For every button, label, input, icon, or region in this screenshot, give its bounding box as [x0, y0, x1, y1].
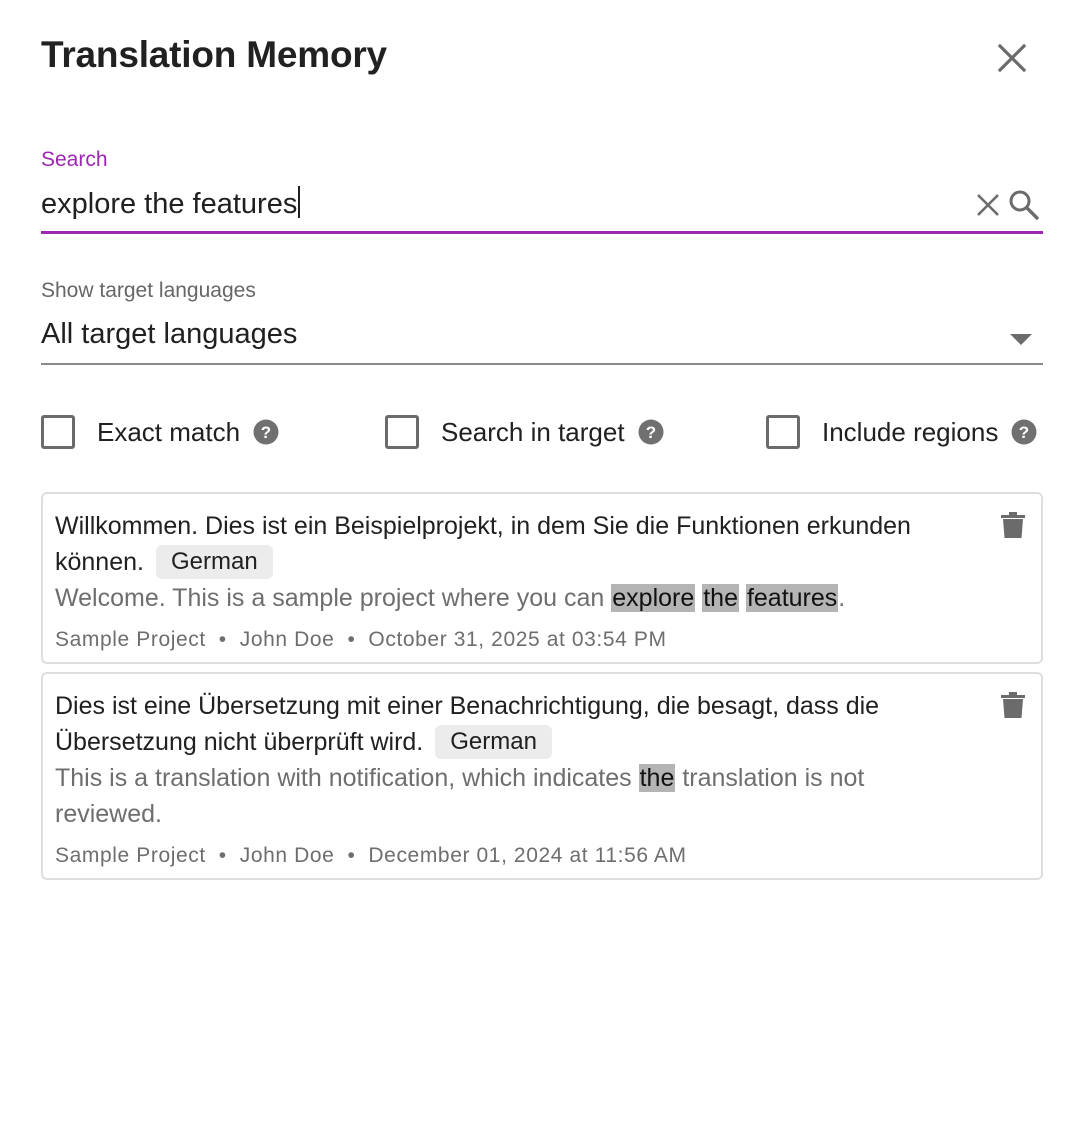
caret-down-icon: [1010, 334, 1032, 345]
exact-match-checkbox[interactable]: [41, 415, 75, 449]
meta-project: Sample Project: [55, 844, 206, 867]
result-meta: Sample Project • John Doe • October 31, 2025…: [55, 628, 667, 651]
result-meta: Sample Project • John Doe • December 01, 202…: [55, 844, 687, 867]
search-label: Search: [41, 148, 108, 171]
meta-project: Sample Project: [55, 628, 206, 651]
highlight-match: features: [745, 584, 839, 612]
source-text: Willkommen. Dies ist ein Beispielprojekt…: [55, 508, 955, 580]
option-search-in-target[interactable]: Search in target ?: [385, 412, 664, 452]
help-icon[interactable]: ?: [1011, 419, 1037, 445]
search-icon[interactable]: [1007, 188, 1041, 222]
dialog-title: Translation Memory: [41, 34, 387, 75]
meta-author: John Doe: [239, 844, 335, 867]
highlight-match: the: [638, 764, 676, 792]
svg-text:?: ?: [645, 423, 655, 442]
option-include-regions[interactable]: Include regions ?: [766, 412, 1037, 452]
search-field[interactable]: explore the features: [41, 180, 1043, 234]
include-regions-checkbox[interactable]: [766, 415, 800, 449]
result-card[interactable]: Dies ist eine Übersetzung mit einer Bena…: [41, 672, 1043, 880]
svg-text:?: ?: [261, 423, 271, 442]
search-in-target-label[interactable]: Search in target: [441, 417, 625, 448]
text-caret: [298, 186, 301, 218]
language-chip: German: [155, 545, 273, 579]
target-languages-label: Show target languages: [41, 279, 256, 302]
meta-date: October 31, 2025 at 03:54 PM: [368, 628, 667, 651]
target-languages-select[interactable]: All target languages: [41, 310, 1043, 365]
language-chip: German: [435, 725, 552, 759]
highlight-match: the: [702, 584, 739, 612]
delete-icon[interactable]: [999, 510, 1027, 540]
include-regions-label[interactable]: Include regions: [822, 417, 998, 448]
highlight-match: explore: [611, 584, 696, 612]
close-icon: [997, 43, 1027, 73]
close-button[interactable]: [992, 38, 1032, 78]
result-card[interactable]: Willkommen. Dies ist ein Beispielprojekt…: [41, 492, 1043, 664]
translation-memory-dialog: Translation Memory Search explore the fe…: [0, 0, 1080, 1145]
help-icon[interactable]: ?: [638, 419, 664, 445]
meta-author: John Doe: [239, 628, 335, 651]
option-exact-match[interactable]: Exact match ?: [41, 412, 279, 452]
help-icon[interactable]: ?: [253, 419, 279, 445]
svg-text:?: ?: [1019, 423, 1029, 442]
source-text: Dies ist eine Übersetzung mit einer Bena…: [55, 688, 955, 760]
search-in-target-checkbox[interactable]: [385, 415, 419, 449]
target-text: This is a translation with notification,…: [55, 764, 865, 828]
target-text: Welcome. This is a sample project where …: [55, 584, 846, 612]
search-input-value[interactable]: explore the features: [41, 186, 301, 221]
delete-icon[interactable]: [999, 690, 1027, 720]
target-languages-value: All target languages: [41, 318, 298, 350]
exact-match-label[interactable]: Exact match: [97, 417, 240, 448]
clear-icon[interactable]: [973, 190, 1003, 220]
meta-date: December 01, 2024 at 11:56 AM: [368, 844, 687, 867]
